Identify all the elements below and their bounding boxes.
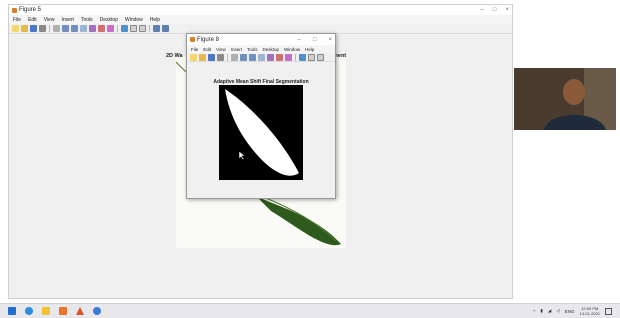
zoom-in-icon[interactable] [240, 53, 247, 61]
pointer-icon[interactable] [231, 53, 238, 61]
data-cursor-icon[interactable] [98, 25, 105, 32]
matlab-taskbar-icon[interactable] [76, 307, 84, 315]
save-icon[interactable] [30, 25, 37, 32]
background-menubar: File Edit View Insert Tools Desktop Wind… [9, 15, 512, 24]
save-icon[interactable] [208, 53, 215, 61]
open-icon[interactable] [199, 53, 206, 61]
fig8-menu-file[interactable]: File [191, 47, 198, 52]
office-app-icon[interactable] [59, 307, 67, 315]
legend-icon[interactable] [139, 25, 146, 32]
menu-help[interactable]: Help [150, 17, 160, 23]
zoom-out-icon[interactable] [249, 53, 256, 61]
toolbar-divider [117, 25, 118, 32]
pan-icon[interactable] [258, 53, 265, 61]
dock-icon[interactable] [153, 25, 160, 32]
fig8-menu-insert[interactable]: Insert [231, 47, 242, 52]
figure8-toolbar [187, 53, 335, 62]
figure8-plot-area: Adaptive Mean Shift Final Segmentation [187, 63, 335, 198]
figure8-maximize-button[interactable]: □ [313, 37, 317, 43]
zoom-in-icon[interactable] [62, 25, 69, 32]
mouse-cursor-icon [239, 151, 246, 160]
link-icon[interactable] [121, 25, 128, 32]
pointer-icon[interactable] [53, 25, 60, 32]
matlab-figure-icon [190, 37, 195, 42]
toolbar-divider [295, 53, 296, 61]
clock-date: 14-01-2021 [579, 311, 600, 316]
network-icon[interactable]: ◢ [548, 308, 551, 314]
figure8-title: Figure 8 [197, 36, 220, 43]
battery-icon[interactable]: ▮ [540, 308, 542, 314]
rotate-icon[interactable] [89, 25, 96, 32]
fig8-menu-tools[interactable]: Tools [247, 47, 258, 52]
maximize-button[interactable]: □ [493, 7, 497, 13]
fig8-menu-desktop[interactable]: Desktop [263, 47, 280, 52]
plot-tools-icon[interactable] [162, 25, 169, 32]
menu-window[interactable]: Window [125, 17, 143, 23]
fig8-menu-view[interactable]: View [216, 47, 226, 52]
background-titlebar[interactable]: Figure 5 – □ × [9, 5, 512, 15]
legend-icon[interactable] [317, 53, 324, 61]
start-windows-icon[interactable] [8, 307, 16, 315]
menu-desktop[interactable]: Desktop [100, 17, 118, 23]
language-indicator[interactable]: ENG [565, 309, 575, 314]
meeting-app-icon[interactable] [93, 307, 101, 315]
print-icon[interactable] [39, 25, 46, 32]
link-icon[interactable] [299, 53, 306, 61]
file-explorer-icon[interactable] [42, 307, 50, 315]
fig8-menu-help[interactable]: Help [305, 47, 314, 52]
background-plot-title-left: 2D Wa [166, 53, 183, 59]
toolbar-divider [227, 53, 228, 61]
fig8-menu-window[interactable]: Window [284, 47, 300, 52]
data-cursor-icon[interactable] [276, 53, 283, 61]
toolbar-divider [149, 25, 150, 32]
close-button[interactable]: × [505, 7, 509, 13]
background-window-title: Figure 5 [19, 7, 42, 13]
figure8-window[interactable]: Figure 8 – □ × File Edit View Insert Too… [186, 33, 336, 199]
figure8-menubar: File Edit View Insert Tools Desktop Wind… [187, 45, 335, 53]
taskbar-clock[interactable]: 12:09 PM 14-01-2021 [580, 306, 600, 316]
new-figure-icon[interactable] [12, 25, 19, 32]
pan-icon[interactable] [80, 25, 87, 32]
webcam-video-overlay [514, 68, 616, 130]
figure8-titlebar[interactable]: Figure 8 – □ × [187, 34, 335, 45]
windows-taskbar: ^ ▮ ◢ ◁ ENG 12:09 PM 14-01-2021 [0, 303, 620, 318]
menu-file[interactable]: File [13, 17, 21, 23]
colorbar-icon[interactable] [130, 25, 137, 32]
colorbar-icon[interactable] [308, 53, 315, 61]
menu-insert[interactable]: Insert [61, 17, 74, 23]
system-tray: ^ ▮ ◢ ◁ ENG 12:09 PM 14-01-2021 [533, 306, 612, 316]
fig8-menu-edit[interactable]: Edit [203, 47, 211, 52]
brush-icon[interactable] [107, 25, 114, 32]
zoom-out-icon[interactable] [71, 25, 78, 32]
figure8-close-button[interactable]: × [328, 37, 332, 43]
minimize-button[interactable]: – [481, 7, 484, 13]
notification-icon[interactable] [605, 307, 612, 315]
print-icon[interactable] [217, 53, 224, 61]
menu-edit[interactable]: Edit [28, 17, 37, 23]
segmentation-result-image [219, 85, 303, 180]
new-figure-icon[interactable] [190, 53, 197, 61]
brush-icon[interactable] [285, 53, 292, 61]
rotate-icon[interactable] [267, 53, 274, 61]
matlab-figure-icon [12, 7, 17, 13]
figure8-minimize-button[interactable]: – [298, 37, 301, 43]
volume-icon[interactable]: ◁ [556, 308, 559, 314]
open-icon[interactable] [21, 25, 28, 32]
edge-browser-icon[interactable] [25, 307, 33, 315]
show-hidden-icons-chevron-icon[interactable]: ^ [533, 309, 535, 314]
toolbar-divider [49, 25, 50, 32]
menu-tools[interactable]: Tools [81, 17, 93, 23]
menu-view[interactable]: View [44, 17, 55, 23]
